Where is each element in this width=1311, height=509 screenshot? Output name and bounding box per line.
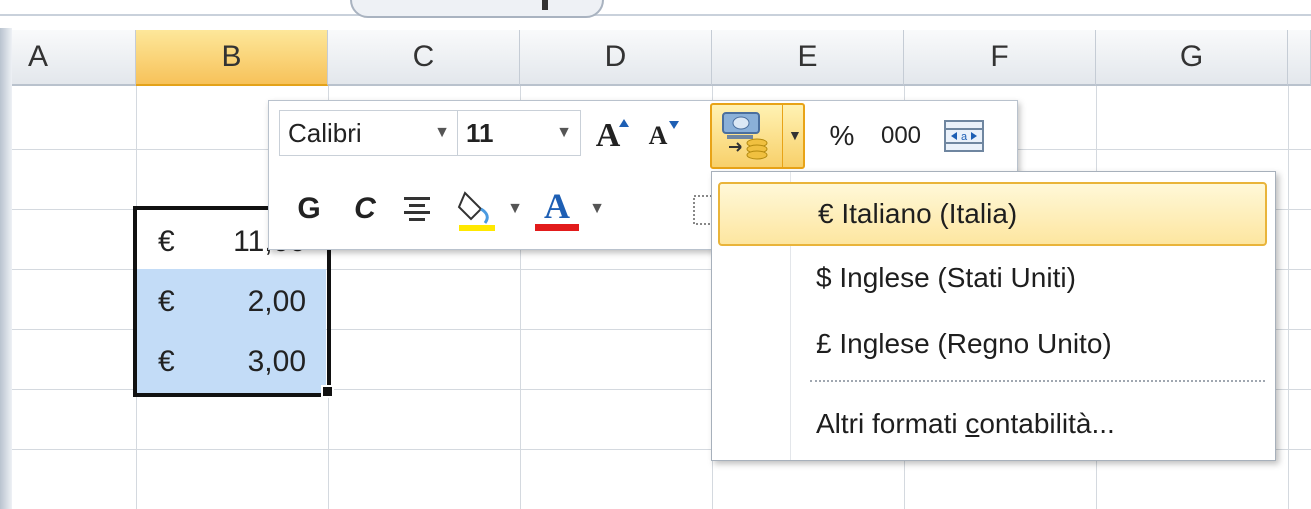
chevron-down-icon[interactable]: ▼ [587,197,607,221]
menu-item-pound-uk[interactable]: £ Inglese (Regno Unito) [718,312,1267,376]
menu-item-label: € Italiano (Italia) [818,198,1018,229]
font-size-value: 11 [466,117,494,148]
borders-icon [693,195,712,225]
column-header-f[interactable]: F [904,30,1096,86]
sheet-tab[interactable] [350,0,604,18]
align-center-button[interactable] [395,187,439,231]
fill-color-button[interactable] [451,185,503,235]
fill-handle[interactable] [321,385,334,398]
menu-item-label: £ Inglese (Regno Unito) [816,328,1112,359]
column-header-a[interactable]: A [12,30,136,86]
chevron-down-icon[interactable]: ▼ [788,127,802,143]
italic-icon: C [354,192,376,225]
column-header-c[interactable]: C [328,30,520,86]
column-header-h[interactable] [1288,30,1311,86]
menu-item-label: $ Inglese (Stati Uniti) [816,262,1076,293]
grow-font-icon: A [595,117,621,154]
arrow-up-icon [619,119,629,127]
grow-font-button[interactable]: A [587,115,629,157]
column-header-g[interactable]: G [1096,30,1288,86]
font-color-icon: A [544,186,570,226]
accounting-format-menu: € Italiano (Italia) $ Inglese (Stati Uni… [711,171,1276,461]
percent-icon: % [829,120,855,151]
bold-button[interactable]: G [287,187,331,231]
menu-item-more-accounting-formats[interactable]: Altri formati contabilità... [718,392,1267,456]
accounting-format-split-button[interactable]: ▼ [710,103,805,169]
italic-button[interactable]: C [343,187,387,231]
chevron-down-icon[interactable]: ▼ [556,124,572,142]
thousands-icon: 000 [880,122,922,149]
align-center-icon [404,197,430,221]
row-header-edge [0,28,12,509]
column-header-b[interactable]: B [136,30,328,86]
font-color-swatch [535,224,579,231]
sheet-tab-strip [0,0,1311,28]
menu-separator [810,380,1265,382]
accounting-format-icon [722,112,768,160]
column-header-e[interactable]: E [712,30,904,86]
shrink-font-icon: A [648,121,668,150]
menu-item-label: Altri formati contabilità... [816,408,1115,439]
svg-text:a: a [961,131,968,143]
column-header-d[interactable]: D [520,30,712,86]
arrow-down-icon [669,121,679,129]
comma-style-button[interactable]: 000 [873,115,929,157]
font-name-value: Calibri [288,117,362,148]
percent-style-button[interactable]: % [817,115,867,157]
font-name-combo[interactable]: Calibri ▼ [279,110,459,156]
chevron-down-icon[interactable]: ▼ [434,124,450,142]
paint-bucket-icon [457,191,495,231]
font-color-button[interactable]: A [531,185,583,235]
menu-item-dollar-us[interactable]: $ Inglese (Stati Uniti) [718,246,1267,310]
bold-icon: G [297,192,321,225]
merge-center-button[interactable]: a [939,115,989,157]
merge-cells-icon: a [944,120,984,152]
font-size-combo[interactable]: 11 ▼ [457,110,581,156]
shrink-font-button[interactable]: A [637,115,679,157]
menu-item-euro-italy[interactable]: € Italiano (Italia) [718,182,1267,246]
chevron-down-icon[interactable]: ▼ [505,197,525,221]
